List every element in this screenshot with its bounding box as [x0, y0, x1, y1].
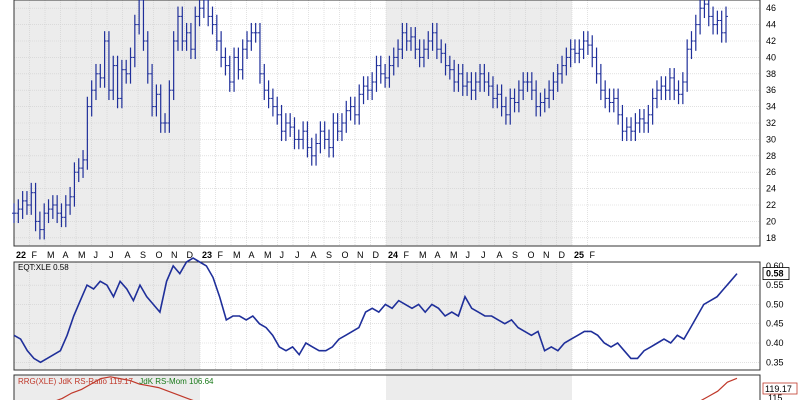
x-tick-label: A [125, 250, 131, 260]
ratio-y-axis: 0.350.400.450.500.550.600.58 [762, 261, 790, 367]
rrg-title-ratio: RRG(XLE) JdK RS-Ratio 119.17 [18, 377, 134, 386]
x-axis: 22 F M A M J J A S O N D 23 F M A M J J A S O N D 24 F M A M J J A S O N D 2… [16, 250, 596, 260]
price-y-tick-label: 32 [766, 118, 776, 128]
price-y-axis: 18 20 22 24 26 28 30 32 34 36 38 40 42 44 46 [766, 3, 776, 243]
x-tick-label: F [404, 250, 410, 260]
price-y-tick-label: 24 [766, 184, 776, 194]
x-tick-label: M [450, 250, 458, 260]
x-tick-label: M [419, 250, 427, 260]
ratio-panel-title: EQT:XLE 0.58 [18, 263, 69, 272]
x-tick-label: J [280, 250, 285, 260]
x-tick-label: N [357, 250, 364, 260]
price-y-tick-label: 38 [766, 69, 776, 79]
x-tick-label: J [94, 250, 99, 260]
ratio-y-tick-label: 0.50 [766, 299, 784, 309]
price-y-tick-label: 22 [766, 200, 776, 210]
x-tick-label: S [140, 250, 146, 260]
rrg-title-mom: JdK RS-Mom 106.64 [139, 377, 214, 386]
x-tick-label: N [171, 250, 178, 260]
x-tick-label: S [326, 250, 332, 260]
x-tick-label: O [156, 250, 163, 260]
x-tick-label: A [435, 250, 441, 260]
x-tick-label: A [63, 250, 69, 260]
price-y-tick-label: 26 [766, 167, 776, 177]
x-tick-label: F [218, 250, 224, 260]
rrg-y-axis: 119.17115 [762, 382, 798, 400]
price-y-tick-label: 34 [766, 102, 776, 112]
x-tick-label: 24 [388, 250, 398, 260]
x-tick-label: S [512, 250, 518, 260]
x-tick-label: M [78, 250, 86, 260]
stock-chart: 182022242628303234363840424446 22 F M A M J J A… [12, 0, 798, 400]
rrg-panel-title: RRG(XLE) JdK RS-Ratio 119.17 JdK RS-Mom … [18, 377, 214, 386]
x-tick-label: D [559, 250, 566, 260]
x-tick-label: D [373, 250, 380, 260]
x-tick-label: M [264, 250, 272, 260]
rrg-y-tick-label: 115 [768, 393, 782, 400]
x-tick-label: A [497, 250, 503, 260]
price-y-tick-label: 36 [766, 85, 776, 95]
ratio-y-tick-label: 0.35 [766, 357, 784, 367]
year-shade-2-1 [386, 375, 572, 400]
price-y-tick-label: 30 [766, 134, 776, 144]
x-tick-label: O [342, 250, 349, 260]
x-tick-label: A [311, 250, 317, 260]
x-tick-label: J [295, 250, 300, 260]
x-tick-label: M [47, 250, 55, 260]
x-tick-label: J [466, 250, 471, 260]
x-tick-label: J [109, 250, 114, 260]
x-tick-label: F [590, 250, 596, 260]
x-tick-label: 22 [16, 250, 26, 260]
x-tick-label: M [233, 250, 241, 260]
price-y-tick-label: 46 [766, 3, 776, 13]
price-y-tick-label: 40 [766, 52, 776, 62]
x-tick-label: A [249, 250, 255, 260]
price-y-tick-label: 44 [766, 20, 776, 30]
x-tick-label: 25 [574, 250, 584, 260]
ratio-y-tick-label: 0.40 [766, 338, 784, 348]
price-y-tick-label: 28 [766, 151, 776, 161]
ratio-y-tick-label: 0.55 [766, 280, 784, 290]
x-tick-label: J [481, 250, 486, 260]
ratio-last-value-label: 0.58 [766, 269, 784, 279]
x-tick-label: N [543, 250, 550, 260]
price-y-tick-label: 20 [766, 216, 776, 226]
price-y-tick-label: 18 [766, 233, 776, 243]
price-y-tick-label: 42 [766, 36, 776, 46]
x-tick-label: F [32, 250, 38, 260]
x-tick-label: 23 [202, 250, 212, 260]
x-tick-label: O [528, 250, 535, 260]
ratio-y-tick-label: 0.45 [766, 319, 784, 329]
